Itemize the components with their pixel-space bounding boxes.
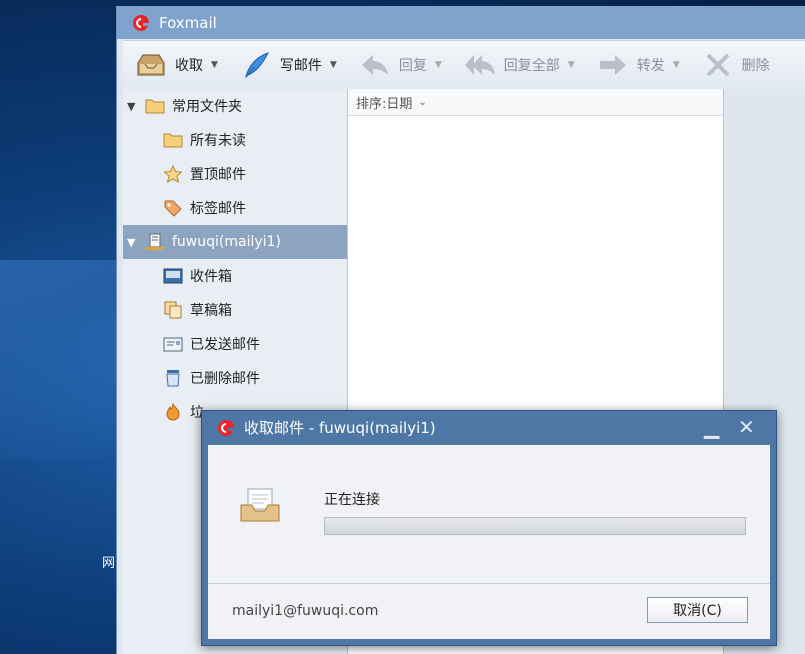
- chevron-down-icon: ⌄: [418, 96, 427, 108]
- compose-label: 写邮件: [279, 58, 322, 74]
- receive-mail-dialog: 收取邮件 - fuwuqi(mailyi1) ▁ ✕ 正在连接 mailyi1@…: [201, 410, 777, 646]
- collapse-triangle-icon[interactable]: ▼: [127, 236, 145, 249]
- chevron-down-icon[interactable]: ▼: [568, 60, 575, 70]
- sort-label: 排序:日期: [356, 96, 413, 112]
- dialog-titlebar[interactable]: 收取邮件 - fuwuqi(mailyi1) ▁ ✕: [202, 411, 776, 444]
- connection-status: 正在连接: [324, 492, 380, 508]
- junk-icon: [166, 403, 180, 421]
- tree-item-all-unread[interactable]: 所有未读: [123, 123, 347, 157]
- chevron-down-icon[interactable]: ▼: [330, 60, 337, 70]
- reply-all-button[interactable]: 回复全部 ▼: [452, 41, 585, 89]
- tree-item-label: 置顶邮件: [190, 167, 246, 183]
- tree-section-common-folders[interactable]: ▼ 常用文件夹: [123, 89, 347, 123]
- dialog-title: 收取邮件 - fuwuqi(mailyi1): [244, 419, 436, 437]
- reply-all-label: 回复全部: [503, 58, 560, 74]
- tree-item-trash[interactable]: 已删除邮件: [123, 361, 347, 395]
- receive-label: 收取: [175, 58, 203, 74]
- tree-item-label: 标签邮件: [190, 201, 246, 217]
- toolbar: 收取 ▼ 写邮件 ▼ 回复 ▼ 回复全部 ▼ 转发 ▼ 删除: [123, 40, 805, 90]
- reply-label: 回复: [398, 58, 427, 74]
- star-icon: [163, 165, 183, 183]
- tree-item-tagged[interactable]: 标签邮件: [123, 191, 347, 225]
- tag-icon: [164, 200, 182, 217]
- receive-button[interactable]: 收取 ▼: [123, 41, 228, 89]
- tree-item-label: 已发送邮件: [190, 337, 260, 353]
- forward-button[interactable]: 转发 ▼: [585, 41, 690, 89]
- reply-arrow-icon: [361, 55, 388, 75]
- account-label: fuwuqi(mailyi1): [172, 234, 281, 250]
- sent-icon: [163, 337, 183, 352]
- quill-pen-icon: [245, 52, 269, 79]
- chevron-down-icon[interactable]: ▼: [673, 60, 680, 70]
- close-icon[interactable]: ✕: [738, 417, 755, 437]
- foxmail-logo-icon: [133, 14, 149, 31]
- chevron-down-icon[interactable]: ▼: [435, 60, 442, 70]
- minimize-icon[interactable]: ▁: [704, 417, 719, 437]
- drafts-icon: [164, 301, 182, 319]
- window-title: Foxmail: [159, 13, 217, 32]
- tree-item-label: 已删除邮件: [190, 371, 260, 387]
- progress-bar: [324, 517, 746, 535]
- tree-item-inbox[interactable]: 收件箱: [123, 259, 347, 293]
- collapse-triangle-icon[interactable]: ▼: [127, 100, 145, 113]
- tree-item-pinned[interactable]: 置顶邮件: [123, 157, 347, 191]
- forward-label: 转发: [636, 58, 665, 74]
- cancel-button[interactable]: 取消(C): [647, 597, 748, 623]
- chevron-down-icon[interactable]: ▼: [211, 60, 218, 70]
- tree-item-label: 草稿箱: [190, 303, 232, 319]
- folder-icon: [163, 133, 183, 148]
- inbox-tray-icon: [137, 54, 165, 76]
- delete-x-icon: [706, 53, 730, 77]
- window-titlebar[interactable]: Foxmail: [117, 6, 805, 39]
- tree-item-label: 收件箱: [190, 269, 232, 285]
- tree-section-label: 常用文件夹: [172, 99, 242, 115]
- reply-button[interactable]: 回复 ▼: [347, 41, 452, 89]
- mail-tray-icon: [240, 488, 280, 522]
- tree-item-label: 所有未读: [190, 133, 246, 149]
- delete-button[interactable]: 删除: [690, 41, 780, 89]
- forward-arrow-icon: [599, 55, 626, 75]
- account-email: mailyi1@fuwuqi.com: [232, 603, 379, 619]
- foxmail-logo-icon: [218, 419, 234, 436]
- desktop-icon-label[interactable]: 网: [102, 552, 115, 571]
- dialog-body: 正在连接 mailyi1@fuwuqi.com 取消(C): [208, 445, 770, 639]
- compose-button[interactable]: 写邮件 ▼: [228, 41, 347, 89]
- delete-label: 删除: [741, 58, 770, 74]
- tree-item-sent[interactable]: 已发送邮件: [123, 327, 347, 361]
- dialog-status-area: 正在连接: [208, 445, 770, 584]
- folder-icon: [145, 99, 165, 114]
- tree-section-account[interactable]: ▼ fuwuqi(mailyi1): [123, 225, 347, 259]
- sort-dropdown[interactable]: 排序:日期 ⌄: [348, 89, 723, 116]
- inbox-icon: [163, 268, 183, 284]
- tree-item-drafts[interactable]: 草稿箱: [123, 293, 347, 327]
- reply-all-arrow-icon: [464, 55, 495, 75]
- trash-icon: [166, 370, 180, 387]
- account-server-icon: [146, 233, 164, 250]
